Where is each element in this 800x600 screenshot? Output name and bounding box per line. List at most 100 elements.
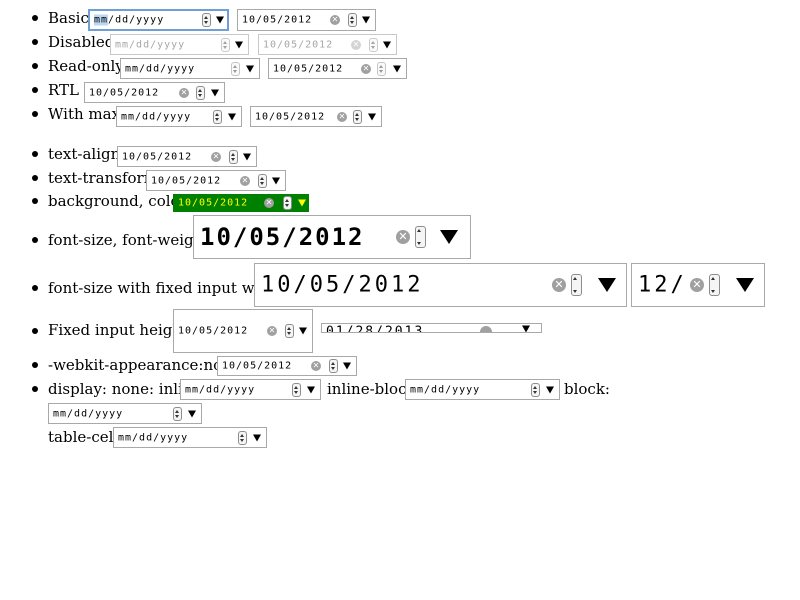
dropdown-arrow-icon[interactable]	[243, 153, 251, 160]
row-label: RTL	[48, 81, 79, 99]
clear-icon[interactable]: ✕	[311, 361, 321, 371]
date-input-display-table-cell[interactable]: mm/dd/yyyy	[113, 427, 267, 448]
dropdown-arrow-icon[interactable]	[298, 199, 306, 207]
spin-buttons-icon[interactable]	[329, 359, 338, 373]
spin-buttons-icon[interactable]	[283, 196, 292, 210]
date-input-text-transform[interactable]: 10/05/2012 ✕	[146, 170, 286, 191]
dropdown-arrow-icon[interactable]	[272, 177, 280, 184]
spin-buttons-icon	[221, 37, 230, 52]
bullet	[32, 175, 38, 181]
dropdown-arrow-icon[interactable]	[368, 113, 376, 120]
dropdown-arrow-icon[interactable]	[246, 65, 254, 72]
clear-icon[interactable]: ✕	[330, 15, 340, 25]
date-input-display-inline[interactable]: mm/dd/yyyy	[180, 379, 321, 400]
bullet	[32, 198, 38, 204]
dropdown-arrow-icon[interactable]	[307, 386, 315, 393]
dropdown-arrow-icon[interactable]	[211, 89, 219, 96]
clear-icon: ✕	[361, 63, 371, 74]
date-input-basic-empty[interactable]: mm/dd/yyyy	[88, 9, 229, 31]
date-input-background-color[interactable]: 10/05/2012 ✕	[173, 194, 309, 212]
date-input-rtl[interactable]: 10/05/2012 ✕	[84, 82, 225, 103]
clear-icon[interactable]: ✕	[690, 278, 704, 292]
row-label: font-size, font-weight:	[48, 231, 215, 249]
dropdown-arrow-icon[interactable]	[736, 278, 754, 292]
date-input-disabled-empty: mm/dd/yyyy	[110, 34, 249, 55]
date-input-fixed-height-short[interactable]: 01/28/2013	[321, 323, 542, 333]
clear-icon[interactable]: ✕	[267, 326, 277, 336]
date-input-appearance-none[interactable]: 10/05/2012 ✕	[217, 356, 357, 376]
row-label: text-align:	[48, 145, 126, 163]
row-label: table-cell:	[48, 428, 124, 446]
dropdown-arrow-icon[interactable]	[393, 65, 401, 72]
clear-icon[interactable]	[480, 326, 492, 332]
clear-icon[interactable]: ✕	[264, 198, 274, 208]
bullet	[32, 285, 38, 291]
spin-buttons-icon[interactable]	[531, 382, 540, 397]
row-label: background, color:	[48, 192, 192, 210]
spin-buttons-icon[interactable]	[571, 274, 582, 296]
spin-buttons-icon[interactable]	[229, 149, 238, 164]
spin-buttons-icon	[231, 61, 240, 76]
spin-buttons-icon[interactable]	[415, 226, 426, 248]
date-input-text-align[interactable]: 10/05/2012 ✕	[117, 146, 257, 167]
clear-icon[interactable]: ✕	[337, 111, 347, 122]
clear-icon[interactable]: ✕	[240, 175, 250, 186]
dropdown-arrow-icon[interactable]	[546, 386, 554, 393]
bullet	[32, 15, 38, 21]
dropdown-arrow-icon[interactable]	[216, 16, 224, 24]
spin-buttons-icon[interactable]	[173, 406, 182, 421]
bullet	[32, 87, 38, 93]
dropdown-arrow-icon[interactable]	[522, 325, 530, 332]
date-input-max-empty[interactable]: mm/dd/yyyy	[116, 106, 242, 127]
bullet	[32, 63, 38, 69]
dropdown-arrow-icon[interactable]	[253, 434, 261, 441]
clear-icon[interactable]: ✕	[396, 230, 410, 244]
date-input-max-filled[interactable]: 10/05/2012 ✕	[250, 106, 382, 127]
date-input-fixed-height-tall[interactable]: 10/05/2012 ✕	[173, 309, 313, 353]
spin-buttons-icon[interactable]	[292, 382, 301, 397]
spin-buttons-icon	[377, 61, 386, 76]
dropdown-arrow-icon	[383, 41, 391, 48]
date-input-fixed-width-wide[interactable]: 10/05/2012 ✕	[254, 263, 627, 307]
spin-buttons-icon	[369, 37, 378, 52]
dropdown-arrow-icon[interactable]	[362, 16, 370, 24]
date-input-display-inline-block[interactable]: mm/dd/yyyy	[405, 379, 560, 400]
row-label: Disabled	[48, 33, 115, 51]
clear-icon: ✕	[351, 39, 361, 50]
spin-buttons-icon[interactable]	[709, 274, 720, 296]
date-input-readonly-filled[interactable]: 10/05/2012 ✕	[268, 58, 407, 79]
date-input-readonly-empty[interactable]: mm/dd/yyyy	[120, 58, 260, 79]
date-input-font-size-weight[interactable]: 10/05/2012 ✕	[193, 215, 471, 259]
block-label: block:	[564, 380, 610, 398]
row-label: Read-only	[48, 57, 124, 75]
bullet	[32, 328, 38, 334]
bullet	[32, 362, 38, 368]
spin-buttons-icon[interactable]	[348, 13, 357, 27]
clear-icon[interactable]: ✕	[552, 278, 566, 292]
dropdown-arrow-icon[interactable]	[598, 278, 616, 292]
spin-buttons-icon[interactable]	[285, 324, 294, 338]
dropdown-arrow-icon[interactable]	[440, 230, 458, 244]
spin-buttons-icon[interactable]	[353, 109, 362, 124]
date-input-display-block[interactable]: mm/dd/yyyy	[48, 403, 202, 424]
date-input-fixed-width-narrow[interactable]: 12/ ✕	[631, 263, 765, 307]
dropdown-arrow-icon[interactable]	[343, 362, 351, 370]
bullet	[32, 151, 38, 157]
spin-buttons-icon[interactable]	[213, 109, 222, 124]
bullet	[32, 386, 38, 392]
bullet	[32, 39, 38, 45]
dropdown-arrow-icon[interactable]	[188, 410, 196, 417]
dropdown-arrow-icon[interactable]	[228, 113, 236, 120]
bullet	[32, 111, 38, 117]
dropdown-arrow-icon[interactable]	[299, 327, 307, 335]
spin-buttons-icon[interactable]	[238, 430, 247, 445]
clear-icon[interactable]: ✕	[179, 87, 189, 98]
spin-buttons-icon[interactable]	[258, 173, 267, 188]
spin-buttons-icon[interactable]	[202, 13, 211, 27]
row-label: Fixed input height:	[48, 321, 194, 339]
spin-buttons-icon[interactable]	[196, 85, 205, 100]
bullet	[32, 237, 38, 243]
clear-icon[interactable]: ✕	[211, 151, 221, 162]
date-input-basic-filled[interactable]: 10/05/2012 ✕	[237, 9, 376, 31]
month-segment[interactable]: mm	[94, 14, 109, 26]
